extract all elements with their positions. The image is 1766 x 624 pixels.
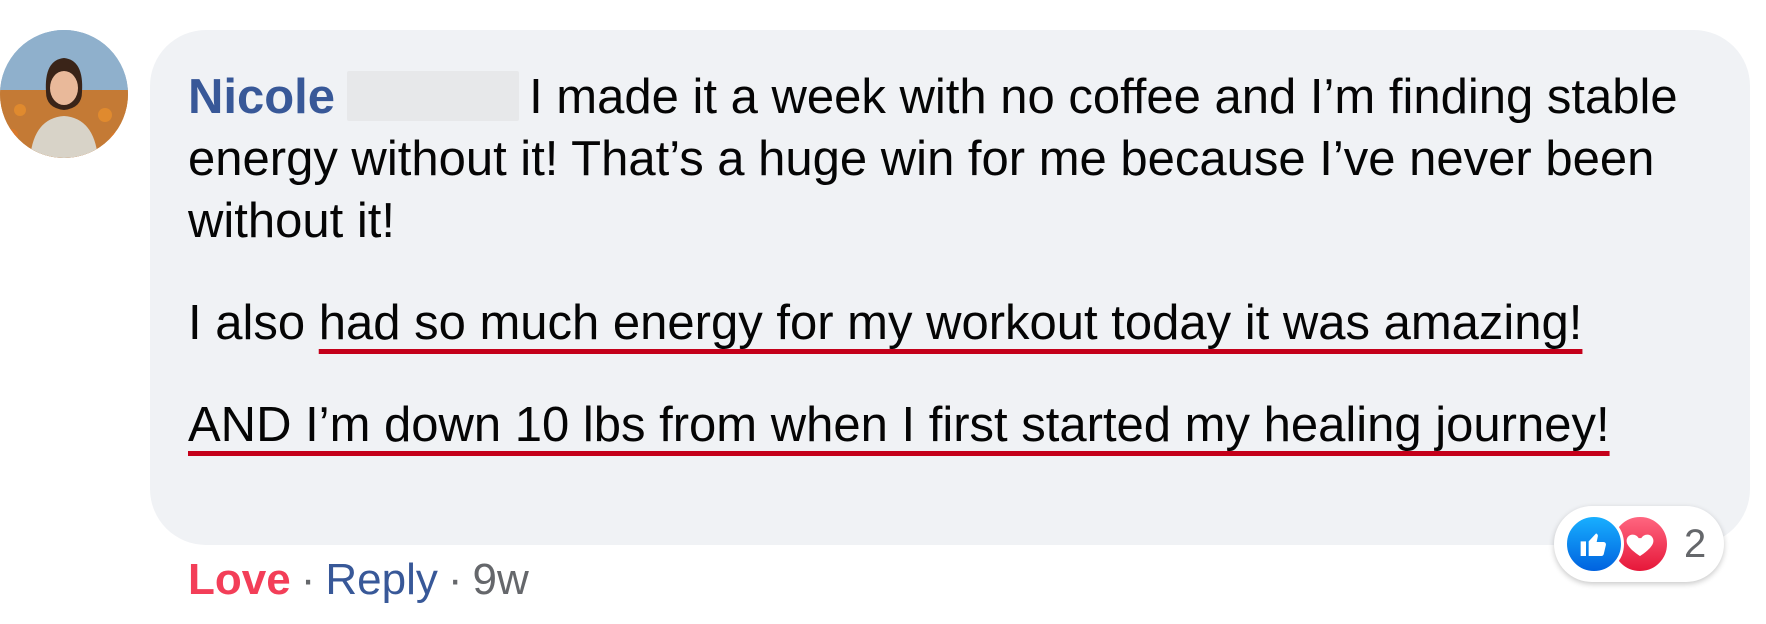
redacted-last-name — [347, 71, 520, 121]
comment-paragraph-3: AND I’m down 10 lbs from when I first st… — [188, 394, 1728, 456]
comment-text-3-highlighted: AND I’m down 10 lbs from when I first st… — [188, 398, 1610, 452]
love-button[interactable]: Love — [188, 555, 291, 604]
avatar-photo — [0, 30, 128, 158]
reactions-summary[interactable]: 2 — [1554, 506, 1725, 582]
author-name-link[interactable]: Nicole — [188, 70, 335, 124]
comment-body: Nicole I made it a week with no coffee an… — [188, 66, 1728, 496]
avatar[interactable] — [0, 30, 128, 158]
comment-text-2-highlighted: had so much energy for my workout today … — [318, 296, 1583, 350]
comment-text-2-plain: I also — [188, 296, 319, 350]
separator-dot: · — [447, 555, 463, 604]
timestamp[interactable]: 9w — [473, 555, 529, 604]
reaction-count: 2 — [1684, 521, 1707, 566]
like-icon — [1564, 514, 1624, 574]
comment-paragraph-1: Nicole I made it a week with no coffee an… — [188, 66, 1728, 252]
comment: Nicole I made it a week with no coffee an… — [0, 0, 1766, 624]
separator-dot: · — [300, 555, 316, 604]
comment-actions: Love · Reply · 9w — [188, 552, 529, 608]
comment-paragraph-2: I also had so much energy for my workout… — [188, 292, 1728, 354]
reply-button[interactable]: Reply — [325, 555, 438, 604]
